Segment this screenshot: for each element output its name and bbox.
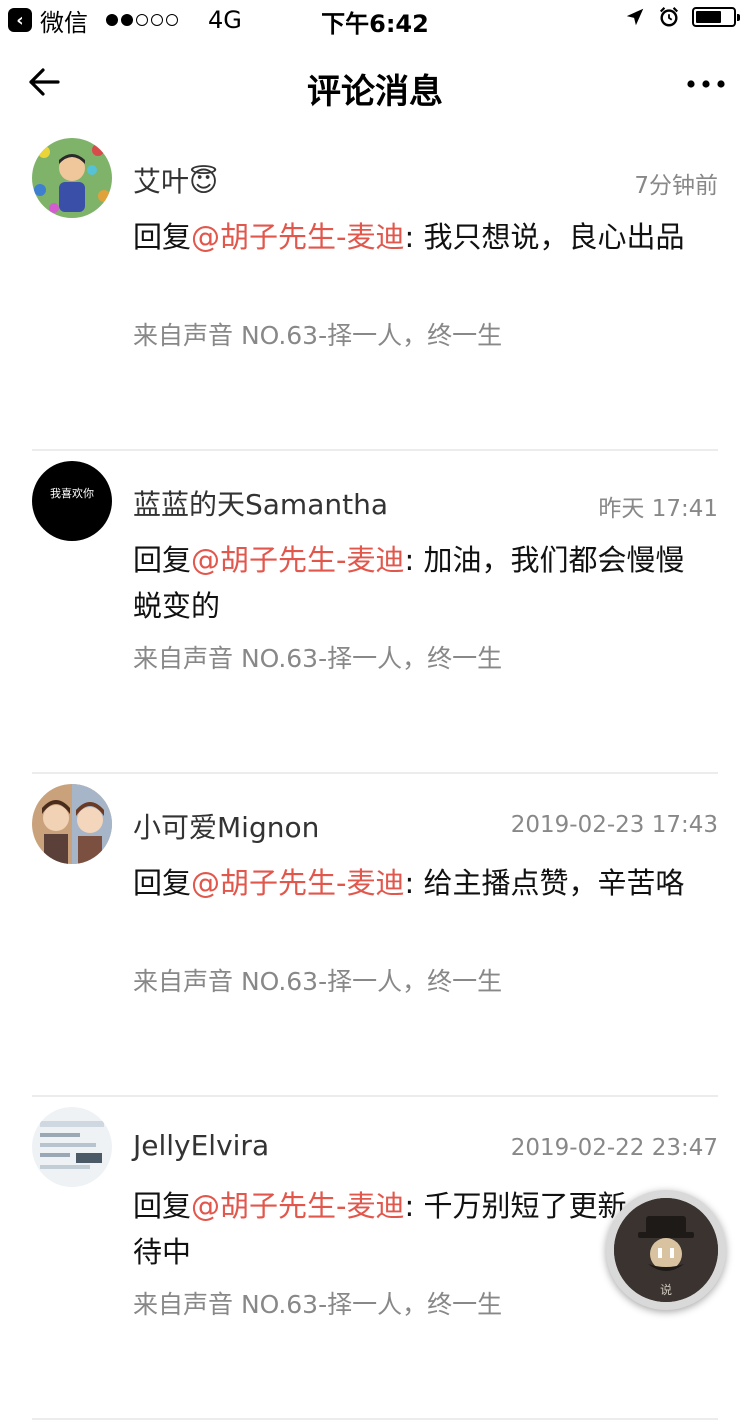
avatar-text: 我喜欢你 <box>50 486 94 500</box>
commenter-name[interactable]: 小可爱Mignon <box>133 806 319 846</box>
more-dots-icon <box>687 80 725 88</box>
location-arrow-icon <box>626 8 644 26</box>
comment-item[interactable]: 我喜欢你 蓝蓝的天Samantha 昨天 17:41 回复@胡子先生-麦迪: 加… <box>0 451 750 774</box>
comment-item[interactable]: 艾叶😇 7分钟前 回复@胡子先生-麦迪: 我只想说，良心出品 来自声音 NO.6… <box>0 128 750 451</box>
avatar[interactable]: 我喜欢你 <box>32 461 112 541</box>
comment-text: 回复@胡子先生-麦迪: 给主播点赞，辛苦咯 <box>133 860 713 906</box>
comment-time: 2019-02-23 17:43 <box>510 812 718 838</box>
status-right <box>624 6 740 28</box>
comment-text: 回复@胡子先生-麦迪: 我只想说，良心出品 <box>133 214 713 260</box>
avatar[interactable] <box>32 138 112 218</box>
avatar[interactable] <box>32 784 112 864</box>
commenter-name[interactable]: 艾叶😇 <box>133 160 218 200</box>
more-button[interactable] <box>684 62 728 106</box>
comment-source[interactable]: 来自声音 NO.63-择一人，终一生 <box>133 316 502 352</box>
reply-prefix: 回复 <box>133 1189 192 1223</box>
alarm-icon <box>659 7 679 27</box>
commenter-name[interactable]: JellyElvira <box>133 1129 269 1162</box>
mention-link[interactable]: @胡子先生-麦迪 <box>191 543 404 577</box>
comment-source[interactable]: 来自声音 NO.63-择一人，终一生 <box>133 962 502 998</box>
reply-prefix: 回复 <box>133 866 192 900</box>
host-avatar-icon: 说 <box>614 1198 718 1302</box>
comment-time: 7分钟前 <box>634 173 718 199</box>
mention-link[interactable]: @胡子先生-麦迪 <box>191 866 404 900</box>
navigation-bar: 评论消息 <box>0 40 750 128</box>
comment-source[interactable]: 来自声音 NO.63-择一人，终一生 <box>133 639 502 675</box>
reply-body: : 给主播点赞，辛苦咯 <box>404 866 685 900</box>
avatar[interactable] <box>32 1107 112 1187</box>
fab-badge: 说 <box>660 1282 672 1297</box>
mention-link[interactable]: @胡子先生-麦迪 <box>191 1189 404 1223</box>
reply-prefix: 回复 <box>133 220 192 254</box>
commenter-name[interactable]: 蓝蓝的天Samantha <box>133 483 388 523</box>
status-bar: ‹ 微信 4G 下午6:42 <box>0 0 750 40</box>
comment-time: 2019-02-22 23:47 <box>510 1135 718 1161</box>
floating-player-button[interactable]: 说 <box>606 1190 726 1310</box>
battery-icon <box>692 7 740 27</box>
comment-time: 昨天 17:41 <box>598 496 718 522</box>
reply-prefix: 回复 <box>133 543 192 577</box>
page-title: 评论消息 <box>307 72 443 112</box>
mention-link[interactable]: @胡子先生-麦迪 <box>191 220 404 254</box>
reply-body: : 我只想说，良心出品 <box>404 220 685 254</box>
comment-source[interactable]: 来自声音 NO.63-择一人，终一生 <box>133 1285 502 1321</box>
comment-text: 回复@胡子先生-麦迪: 加油，我们都会慢慢蜕变的 <box>133 537 713 629</box>
comment-item[interactable]: 小可爱Mignon 2019-02-23 17:43 回复@胡子先生-麦迪: 给… <box>0 774 750 1097</box>
